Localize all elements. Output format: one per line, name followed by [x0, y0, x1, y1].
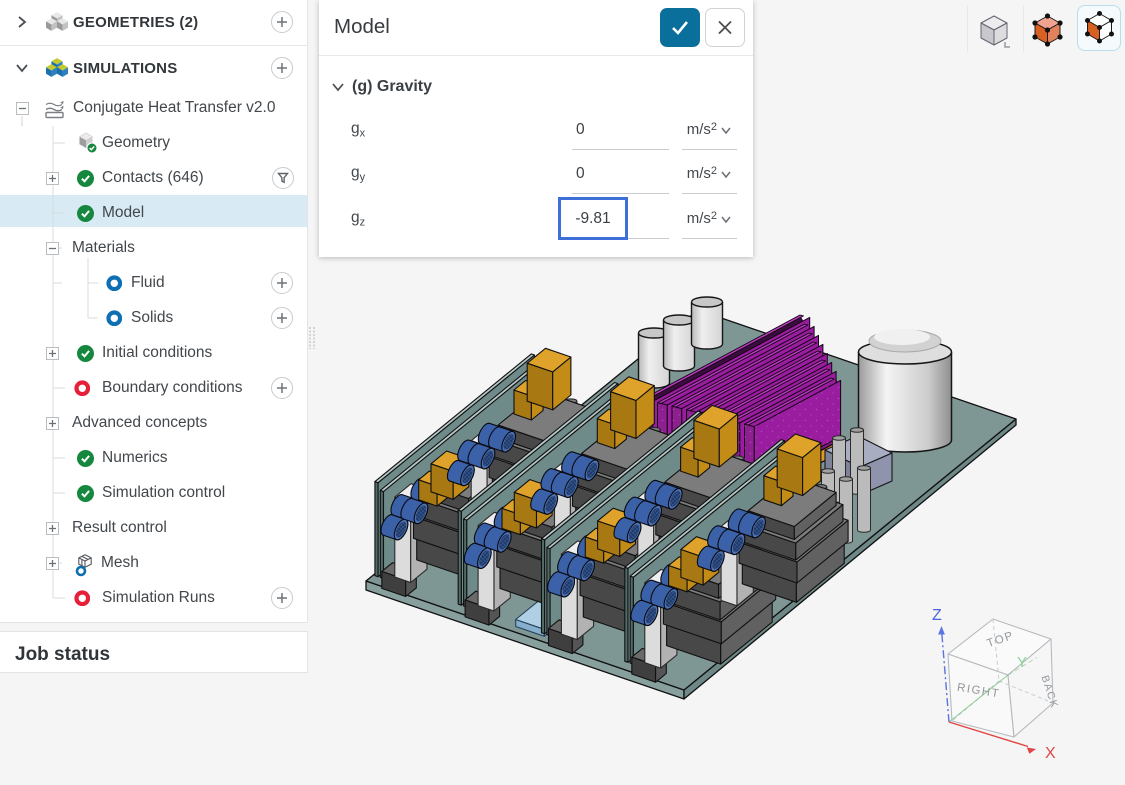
svg-text:X: X [1045, 745, 1056, 762]
svg-text:Y: Y [1017, 654, 1027, 671]
svg-text:Z: Z [932, 607, 942, 624]
